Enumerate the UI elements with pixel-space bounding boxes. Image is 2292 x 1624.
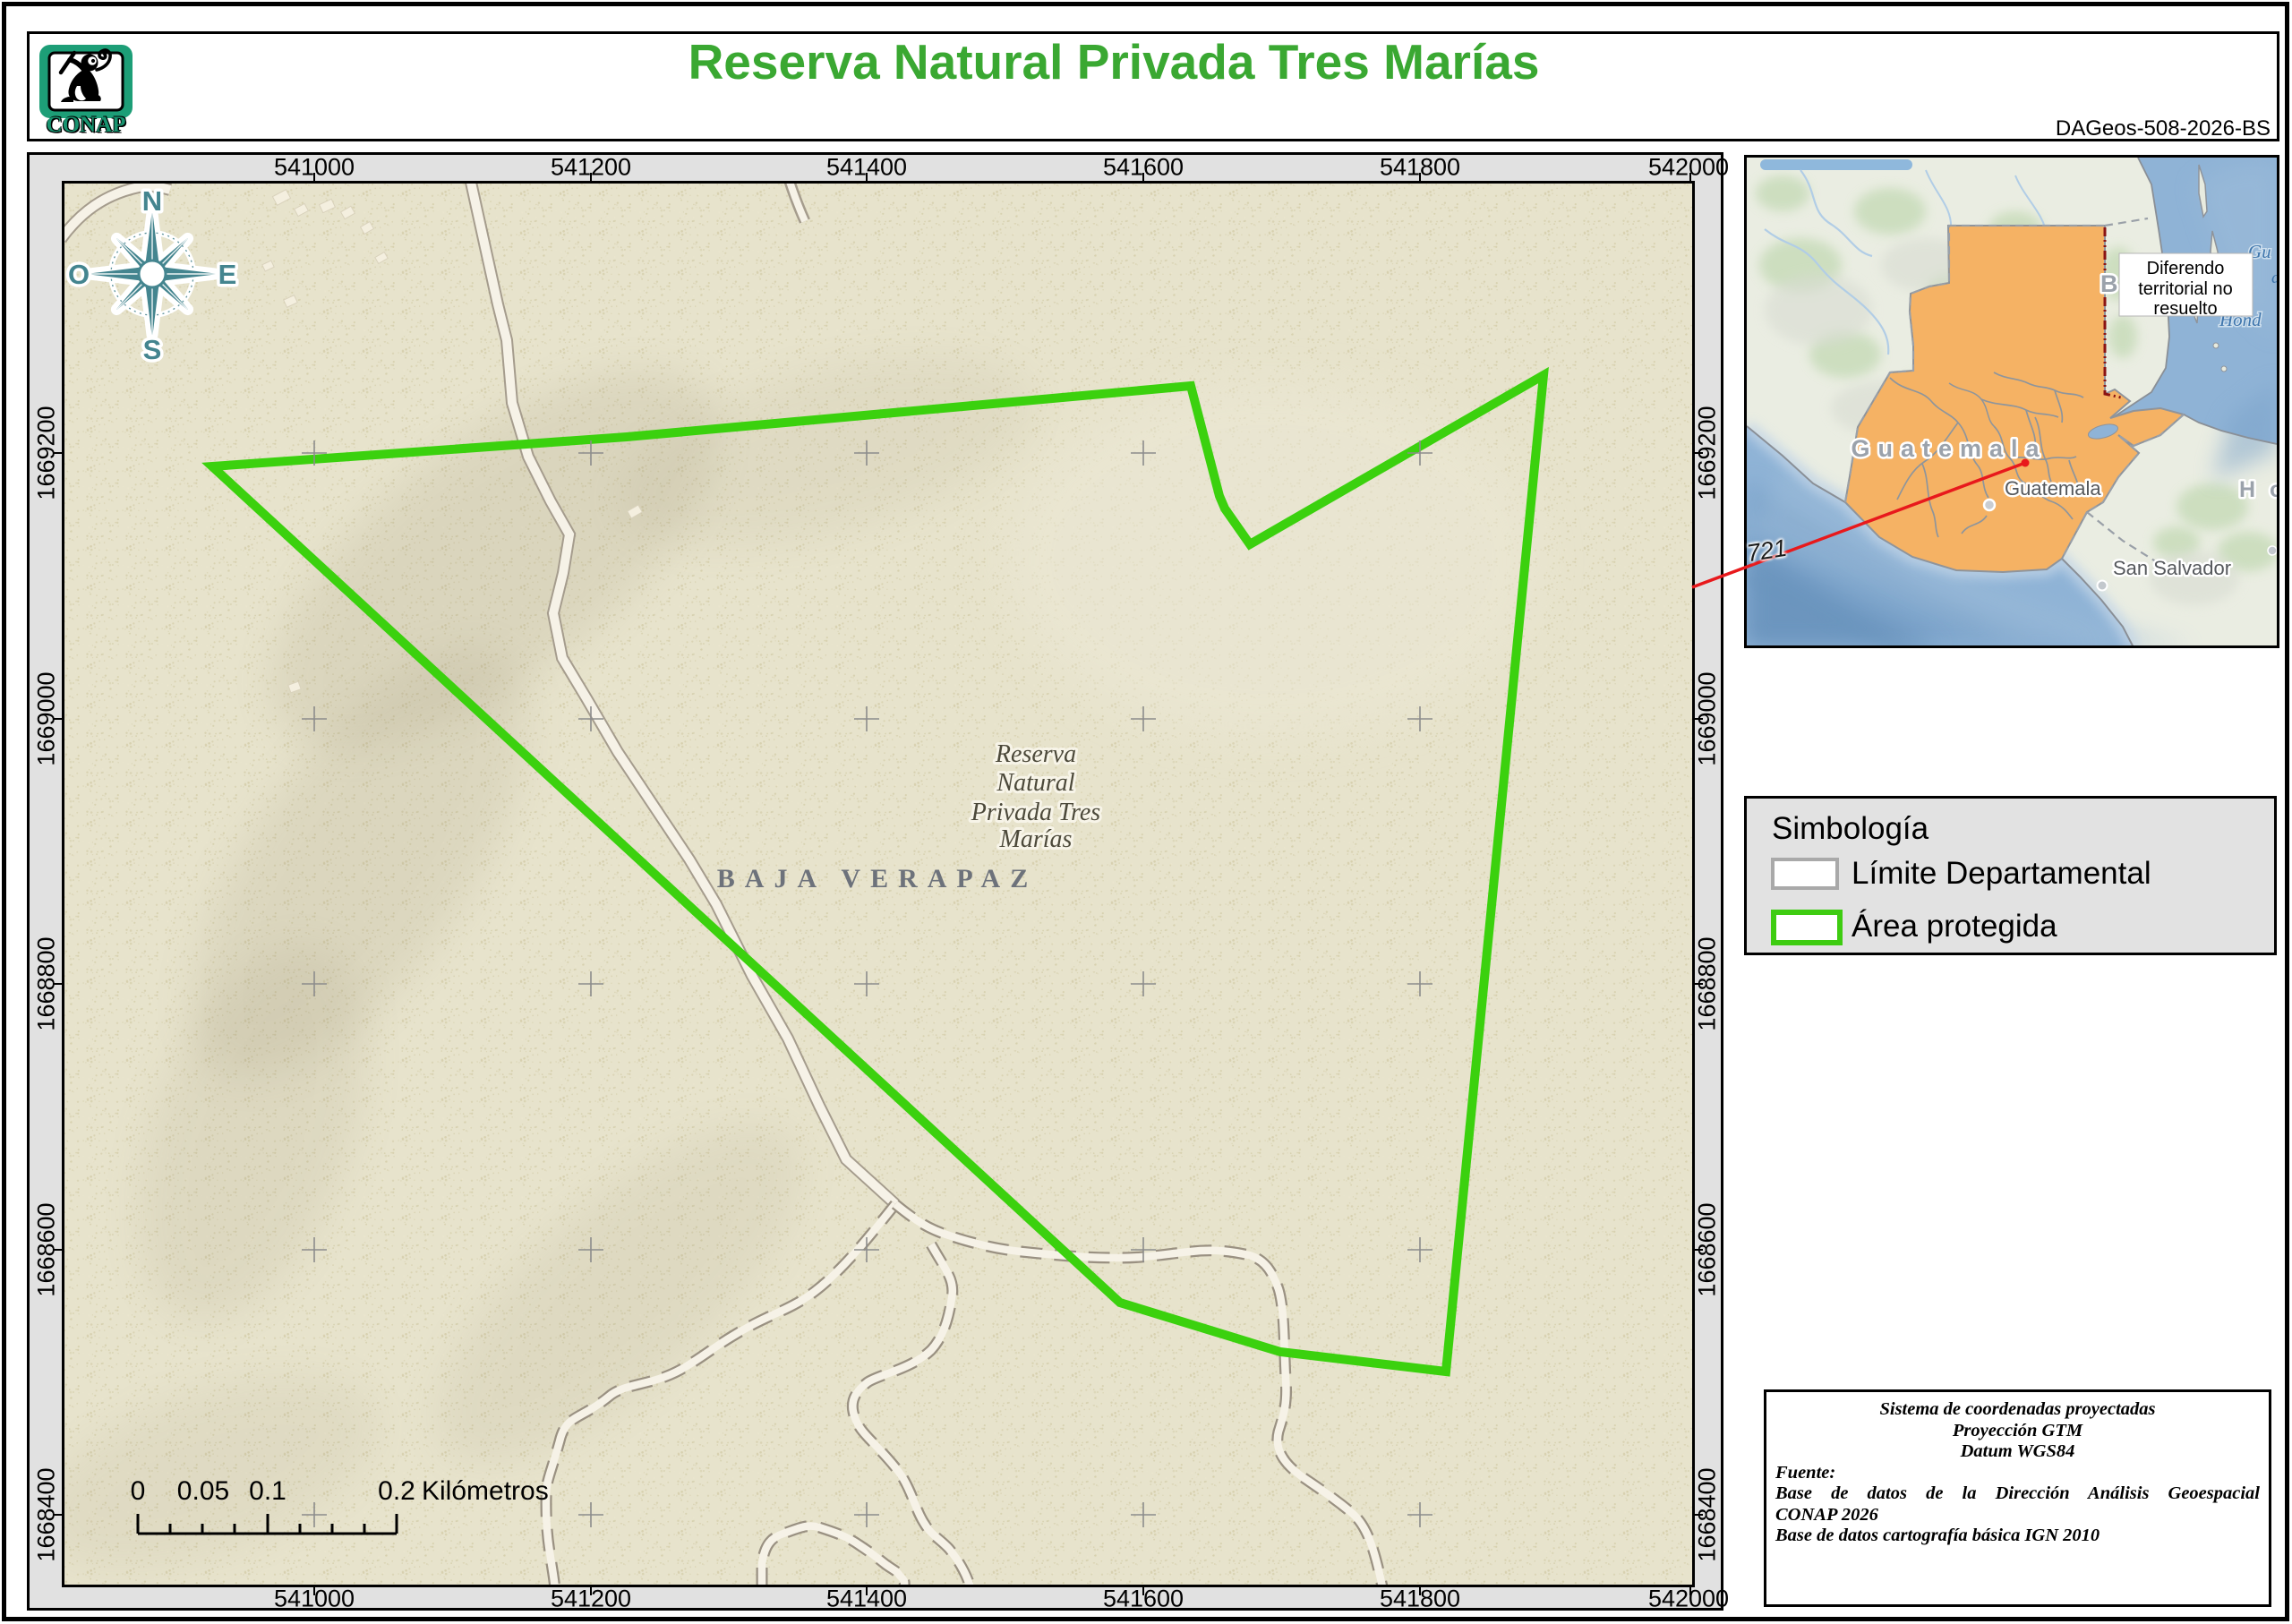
svg-text:E: E <box>218 259 237 290</box>
svg-text:d: d <box>2271 269 2279 287</box>
svg-text:O: O <box>68 259 90 290</box>
svg-text:San Salvador: San Salvador <box>2113 557 2231 579</box>
svg-text:Ho: Ho <box>2239 477 2279 502</box>
svg-text:BAJA VERAPAZ: BAJA VERAPAZ <box>717 864 1038 893</box>
svg-text:Marías: Marías <box>999 825 1073 853</box>
svg-text:Diferendo: Diferendo <box>2147 259 2225 278</box>
svg-text:0.05: 0.05 <box>177 1476 229 1506</box>
svg-text:Reserva: Reserva <box>995 740 1076 768</box>
svg-text:Guatemala: Guatemala <box>2005 477 2101 500</box>
svg-text:0.2: 0.2 <box>378 1476 415 1506</box>
svg-text:Guatemala: Guatemala <box>1851 435 2047 462</box>
svg-text:S: S <box>143 334 162 365</box>
svg-text:0: 0 <box>131 1476 146 1506</box>
svg-text:Natural: Natural <box>996 769 1074 797</box>
svg-text:Privada Tres: Privada Tres <box>971 799 1101 826</box>
svg-text:resuelto: resuelto <box>2153 299 2217 319</box>
svg-text:0.1: 0.1 <box>249 1476 286 1506</box>
svg-text:N: N <box>142 185 162 217</box>
svg-text:territorial no: territorial no <box>2138 279 2233 299</box>
svg-text:Kilómetros: Kilómetros <box>422 1476 549 1506</box>
